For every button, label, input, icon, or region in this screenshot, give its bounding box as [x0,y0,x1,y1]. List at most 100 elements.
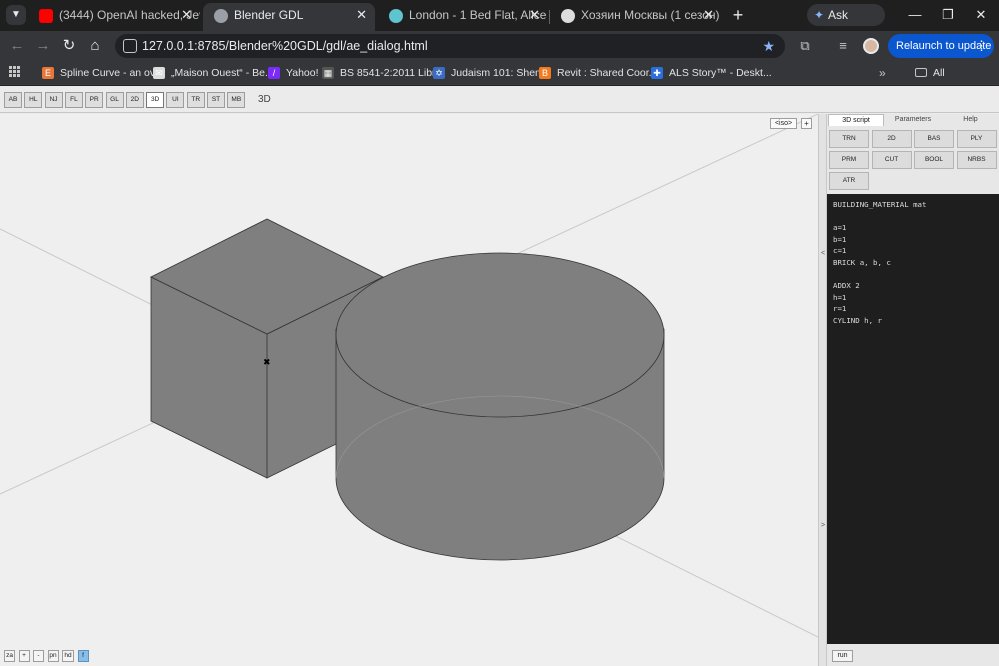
bookmark-item[interactable]: E Spline Curve - an ov... [42,64,163,82]
mode-button-mb[interactable]: MB [227,92,246,108]
gdl-app: ABHLNJFLPRGL2D3DUITRSTMB 3D ✖ [0,86,999,666]
site-info-icon[interactable] [123,39,137,53]
bookmark-label: Revit : Shared Coor... [557,67,658,79]
tab-youtube[interactable]: (3444) OpenAI hacked, Jev, Goo ✕ [28,3,200,29]
mode-button-tr[interactable]: TR [186,92,205,108]
tab-parameters[interactable]: Parameters [884,114,942,126]
run-bar: run [827,644,999,666]
url-text[interactable]: 127.0.0.1:8785/Blender%20GDL/gdl/ae_dial… [142,34,428,58]
viewport-tool-button[interactable]: + [18,650,30,662]
tab-london-flat[interactable]: London - 1 Bed Flat, Alice Court ✕ [378,3,548,29]
tab-blender-gdl[interactable]: Blender GDL ✕ [203,3,375,31]
side-tabs: 3D script Parameters Help [827,114,999,126]
viewport-tool-button[interactable]: hd [62,650,74,662]
close-icon[interactable]: ✕ [529,3,540,27]
bookmark-item[interactable]: B Revit : Shared Coor... [539,64,657,82]
close-icon[interactable]: ✕ [703,3,714,27]
tab-khozyain-moskvy[interactable]: Хозяин Москвы (1 сезон) смотр ✕ [550,3,722,29]
mask-icon [561,9,575,23]
minimize-button[interactable]: — [902,4,928,26]
youtube-icon [39,9,53,23]
home-icon[interactable]: ⌂ [84,35,106,57]
tab-title: Blender GDL [234,8,304,22]
more-menu-icon[interactable]: ⋮ [975,34,988,58]
ask-gemini-button[interactable]: ✦ Ask Gemini [807,4,885,44]
close-window-button[interactable]: ✕ [968,4,994,26]
mode-button-hl[interactable]: HL [24,92,43,108]
relaunch-to-update-button[interactable]: Relaunch to update ⋮ [888,34,994,58]
viewport-tool-button[interactable]: f [77,650,89,662]
command-button-trn[interactable]: TRN [829,130,869,148]
back-arrow-icon[interactable]: ← [6,35,28,57]
bookmark-item[interactable]: ▦ BS 8541-2:2011 Libr... [322,64,444,82]
bookmark-label: ALS Story™ - Deskt... [669,67,772,79]
viewport-tool-button[interactable]: - [33,650,44,662]
command-button-bas[interactable]: BAS [914,130,954,148]
command-button-prm[interactable]: PRM [829,151,869,169]
mode-button-ab[interactable]: AB [4,92,22,108]
command-button-cut[interactable]: CUT [871,151,912,169]
blogger-icon: B [539,67,551,79]
tab-3d-script[interactable]: 3D script [828,114,884,126]
mode-button-ui[interactable]: UI [166,92,185,108]
tab-strip: ▼ (3444) OpenAI hacked, Jev, Goo ✕ Blend… [0,0,999,44]
new-tab-button[interactable]: + [727,4,749,26]
mode-button-fl[interactable]: FL [64,92,83,108]
star-of-david-icon: ✡ [433,67,445,79]
reload-icon[interactable]: ↻ [58,35,80,57]
panel-splitter[interactable]: < > [818,114,827,666]
etsy-icon: E [42,67,54,79]
command-button-bool[interactable]: BOOL [914,151,954,169]
command-buttons: TRN 2D BAS PLY PRM CUT BOOL NRBS ATR [827,126,999,194]
mode-button-st[interactable]: ST [207,92,225,108]
viewport-tool-button[interactable]: pn [47,650,59,662]
globe-icon [214,9,228,23]
media-queue-icon[interactable]: ≡ [833,36,853,56]
cylinder-top-face [335,252,665,418]
script-editor[interactable]: BUILDING_MATERIAL mat a=1 b=1 c=1 BRICK … [827,194,999,644]
command-button-atr[interactable]: ATR [829,172,869,190]
envelope-icon: ✉ [153,67,165,79]
more-bookmarks-chevron-icon[interactable]: » [879,64,886,82]
bookmarks-bar: E Spline Curve - an ov... ✉ „Maison Ouest“ … [0,61,999,97]
close-icon[interactable]: ✕ [181,3,192,27]
cylinder-shape [335,252,665,561]
command-button-2d[interactable]: 2D [871,130,912,148]
profile-avatar[interactable] [863,38,879,54]
command-button-nrbs[interactable]: NRBS [956,151,997,169]
expand-right-icon[interactable]: > [820,522,826,529]
bookmark-label: Yahoo! [286,67,319,79]
collapse-left-icon[interactable]: < [820,250,826,257]
bookmark-item[interactable]: ✡ Judaism 101: Shema [433,64,550,82]
3d-scene[interactable]: ✖ [0,114,818,666]
bookmark-item[interactable]: ✉ „Maison Ouest“ - Be... [153,64,274,82]
iso-view-button[interactable]: <iso> [770,118,797,129]
run-button[interactable]: run [832,650,853,662]
address-bar[interactable]: 127.0.0.1:8785/Blender%20GDL/gdl/ae_dial… [115,34,785,58]
mode-button-nj[interactable]: NJ [44,92,63,108]
apps-grid-icon[interactable] [9,66,20,77]
bookmark-item[interactable]: / Yahoo! [268,64,319,82]
tab-help[interactable]: Help [942,114,999,126]
add-view-button[interactable]: + [801,118,812,129]
yahoo-icon: / [268,67,280,79]
mode-button-3d[interactable]: 3D [146,92,165,108]
origin-marker-icon: ✖ [263,358,271,368]
bookmark-label: Judaism 101: Shema [451,67,550,79]
forward-arrow-icon[interactable]: → [32,35,54,57]
close-icon[interactable]: ✕ [356,3,367,27]
puzzle-icon: ✚ [651,67,663,79]
mode-button-pr[interactable]: PR [85,92,104,108]
rightmove-icon [389,9,403,23]
bookmark-item[interactable]: ✚ ALS Story™ - Deskt... [651,64,772,82]
browser-toolbar: ← → ↻ ⌂ 127.0.0.1:8785/Blender%20GDL/gdl… [0,31,999,61]
tab-search-chevron-icon[interactable]: ▼ [6,5,26,25]
extensions-puzzle-icon[interactable]: ⧉ [795,36,815,56]
mode-button-2d[interactable]: 2D [125,92,144,108]
viewport-tool-button[interactable]: za [4,650,15,662]
bookmark-star-icon[interactable]: ★ [762,34,775,58]
mode-button-gl[interactable]: GL [105,92,124,108]
restore-button[interactable]: ❐ [935,4,961,26]
command-button-ply[interactable]: PLY [956,130,997,148]
3d-viewport[interactable]: ✖ <iso> + za + - pn hd f [0,114,818,666]
